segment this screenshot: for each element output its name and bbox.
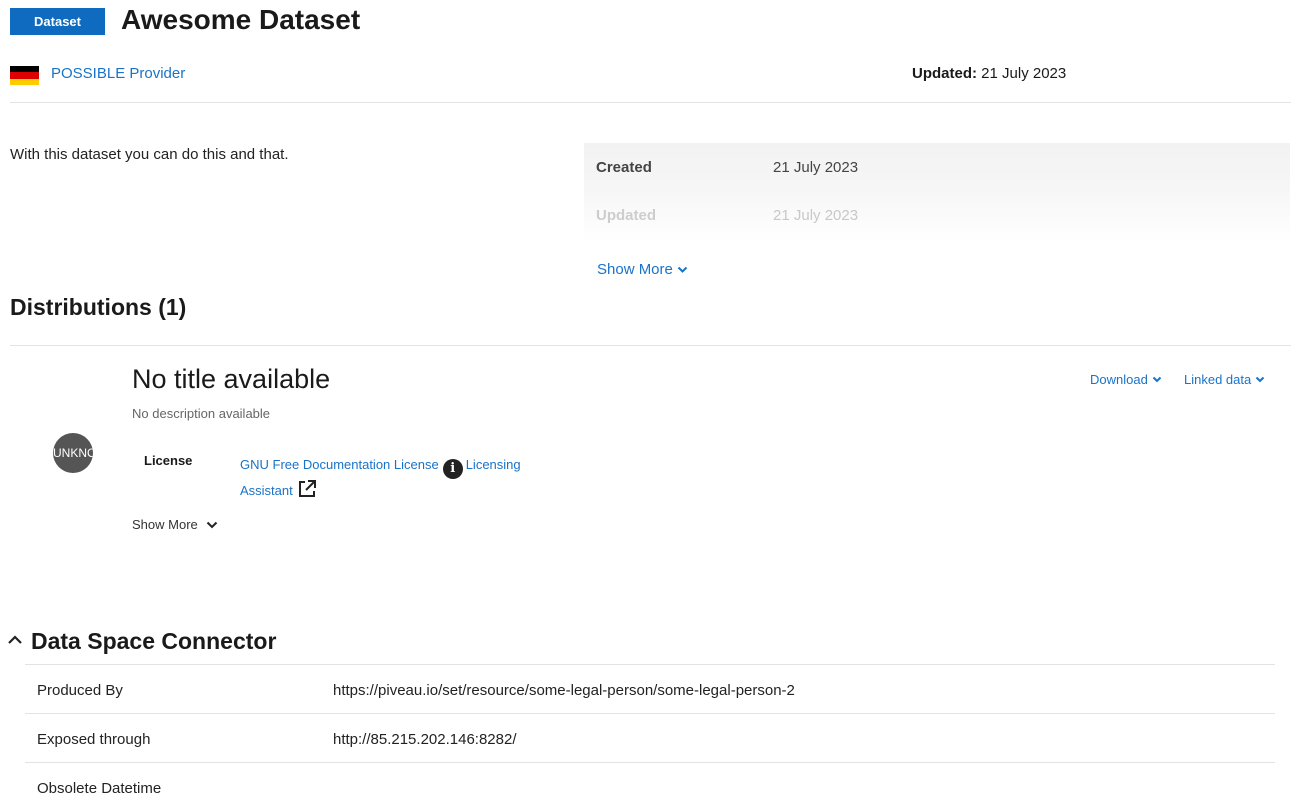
provider-link[interactable]: POSSIBLE Provider bbox=[51, 65, 185, 82]
linked-data-label: Linked data bbox=[1184, 372, 1252, 387]
table-row: Obsolete Datetime bbox=[25, 762, 1275, 811]
metadata-panel: Created 21 July 2023 Updated 21 July 202… bbox=[584, 143, 1290, 243]
distributions-divider bbox=[10, 345, 1291, 346]
chevron-up-icon[interactable] bbox=[7, 632, 23, 648]
show-more-label: Show More bbox=[597, 261, 673, 278]
connector-key: Exposed through bbox=[37, 731, 151, 748]
external-link-icon[interactable] bbox=[297, 479, 317, 499]
info-icon[interactable]: i bbox=[442, 459, 463, 479]
chevron-down-icon bbox=[1152, 376, 1162, 383]
chevron-down-icon bbox=[1256, 376, 1265, 383]
updated-info: Updated: 21 July 2023 bbox=[912, 65, 1066, 82]
connector-value: https://piveau.io/set/resource/some-lega… bbox=[333, 682, 795, 699]
license-link[interactable]: GNU Free Documentation License bbox=[240, 457, 439, 472]
distribution-description: No description available bbox=[132, 406, 271, 421]
show-more-label: Show More bbox=[132, 517, 198, 532]
germany-flag-icon bbox=[10, 66, 39, 85]
header-divider bbox=[10, 102, 1291, 103]
updated-label: Updated: bbox=[912, 65, 977, 82]
metadata-value: 21 July 2023 bbox=[773, 207, 859, 224]
chevron-down-icon bbox=[677, 266, 688, 273]
license-value: GNU Free Documentation License i Licensing… bbox=[240, 453, 540, 503]
distribution-title: No title available bbox=[132, 364, 331, 394]
connector-table: Produced By https://piveau.io/set/resour… bbox=[25, 664, 1275, 811]
metadata-key: Created bbox=[596, 159, 652, 176]
updated-value: 21 July 2023 bbox=[981, 65, 1067, 82]
format-badge: UNKNOWN bbox=[53, 433, 93, 473]
metadata-key: Updated bbox=[596, 207, 656, 224]
connector-heading: Data Space Connector bbox=[31, 628, 277, 654]
page-title: Awesome Dataset bbox=[121, 4, 361, 35]
format-badge-label: UNKNOWN bbox=[53, 446, 93, 460]
metadata-value: 21 July 2023 bbox=[773, 159, 859, 176]
chevron-down-icon bbox=[206, 521, 217, 528]
download-label: Download bbox=[1090, 372, 1148, 387]
table-row: Exposed through http://85.215.202.146:82… bbox=[25, 713, 1275, 762]
metadata-show-more-button[interactable]: Show More bbox=[597, 261, 688, 278]
distributions-heading: Distributions (1) bbox=[10, 294, 187, 320]
dataset-description: With this dataset you can do this and th… bbox=[10, 146, 289, 163]
distribution-show-more-button[interactable]: Show More bbox=[132, 517, 218, 532]
dataset-badge: Dataset bbox=[10, 8, 105, 35]
download-dropdown-button[interactable]: Download bbox=[1090, 372, 1162, 387]
table-row: Produced By https://piveau.io/set/resour… bbox=[25, 664, 1275, 713]
linked-data-dropdown-button[interactable]: Linked data bbox=[1184, 372, 1265, 387]
connector-key: Produced By bbox=[37, 682, 123, 699]
license-label: License bbox=[144, 453, 193, 468]
connector-key: Obsolete Datetime bbox=[37, 780, 162, 797]
connector-value: http://85.215.202.146:8282/ bbox=[333, 731, 517, 748]
